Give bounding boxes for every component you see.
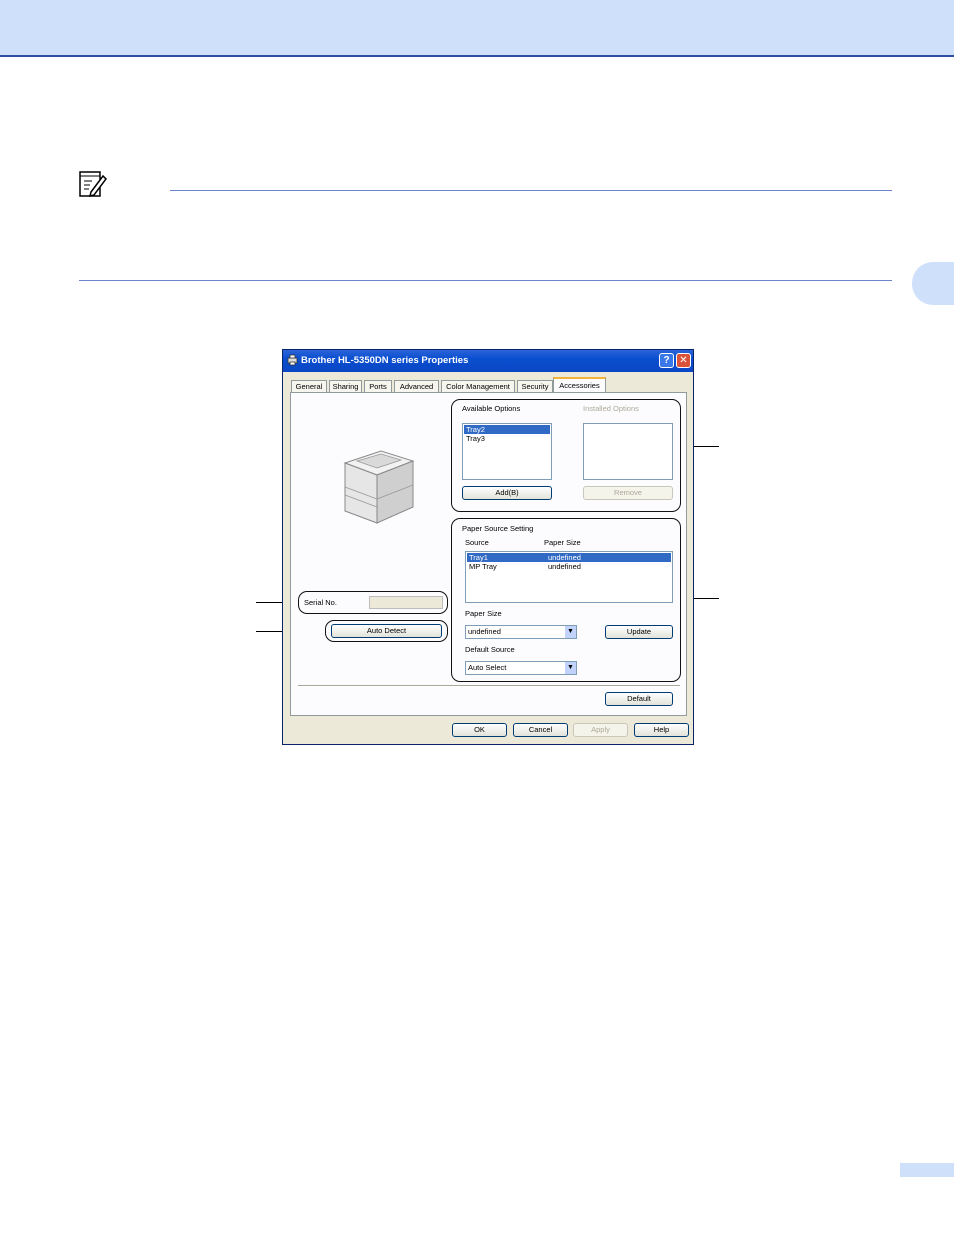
installed-options-label: Installed Options: [583, 404, 639, 413]
serial-no-label: Serial No.: [304, 598, 337, 607]
default-source-value: Auto Select: [468, 663, 507, 672]
auto-detect-button[interactable]: Auto Detect: [331, 624, 442, 638]
page-number-tab: [900, 1163, 954, 1177]
source-column-header: Source: [465, 538, 489, 547]
panel-separator: [298, 685, 680, 687]
available-options-label: Available Options: [462, 404, 521, 413]
paper-size-value: undefined: [468, 627, 501, 636]
paper-size-column-header: Paper Size: [544, 538, 581, 547]
tab-general[interactable]: General: [291, 380, 327, 392]
serial-no-field[interactable]: [369, 596, 443, 609]
paper-size-cell: undefined: [548, 562, 581, 571]
table-row[interactable]: MP Tray undefined: [467, 562, 671, 571]
note-rule-bottom: [79, 280, 892, 281]
ok-button[interactable]: OK: [452, 723, 507, 737]
installed-options-list[interactable]: [583, 423, 673, 480]
source-cell: Tray1: [469, 553, 488, 562]
apply-button[interactable]: Apply: [573, 723, 628, 737]
paper-size-select[interactable]: undefined ▼: [465, 625, 577, 639]
tab-sharing[interactable]: Sharing: [329, 380, 362, 392]
list-item[interactable]: Tray2: [464, 425, 550, 434]
tab-color-management[interactable]: Color Management: [441, 380, 515, 392]
tab-advanced[interactable]: Advanced: [394, 380, 439, 392]
list-item[interactable]: Tray3: [464, 434, 550, 443]
table-row[interactable]: Tray1 undefined: [467, 553, 671, 562]
tab-ports[interactable]: Ports: [364, 380, 392, 392]
note-pencil-icon: [79, 171, 107, 197]
available-options-list[interactable]: Tray2 Tray3: [462, 423, 552, 480]
printer-icon: [343, 450, 415, 524]
paper-size-label: Paper Size: [465, 609, 502, 618]
default-source-select[interactable]: Auto Select ▼: [465, 661, 577, 675]
close-button[interactable]: ✕: [676, 353, 691, 368]
accessories-panel: Available Options Installed Options Tray…: [290, 392, 687, 716]
add-button[interactable]: Add(B): [462, 486, 552, 500]
paper-source-list[interactable]: Tray1 undefined MP Tray undefined: [465, 551, 673, 603]
help-title-button[interactable]: ?: [659, 353, 674, 368]
header-band: [0, 0, 954, 57]
source-cell: MP Tray: [469, 562, 497, 571]
chevron-down-icon[interactable]: ▼: [565, 662, 576, 674]
help-button[interactable]: Help: [634, 723, 689, 737]
tab-accessories[interactable]: Accessories: [553, 377, 606, 393]
tab-security[interactable]: Security: [517, 380, 553, 392]
title-bar[interactable]: Brother HL-5350DN series Properties ? ✕: [283, 350, 693, 372]
default-button[interactable]: Default: [605, 692, 673, 706]
update-button[interactable]: Update: [605, 625, 673, 639]
dialog-title: Brother HL-5350DN series Properties: [301, 355, 469, 366]
paper-size-cell: undefined: [548, 553, 581, 562]
chevron-down-icon[interactable]: ▼: [565, 626, 576, 638]
default-source-label: Default Source: [465, 645, 515, 654]
note-rule-top: [170, 190, 892, 191]
chapter-tab: [912, 262, 954, 305]
paper-source-setting-label: Paper Source Setting: [462, 524, 534, 533]
properties-dialog: Brother HL-5350DN series Properties ? ✕ …: [282, 349, 694, 745]
printer-title-icon: [287, 354, 298, 366]
cancel-button[interactable]: Cancel: [513, 723, 568, 737]
remove-button[interactable]: Remove: [583, 486, 673, 500]
